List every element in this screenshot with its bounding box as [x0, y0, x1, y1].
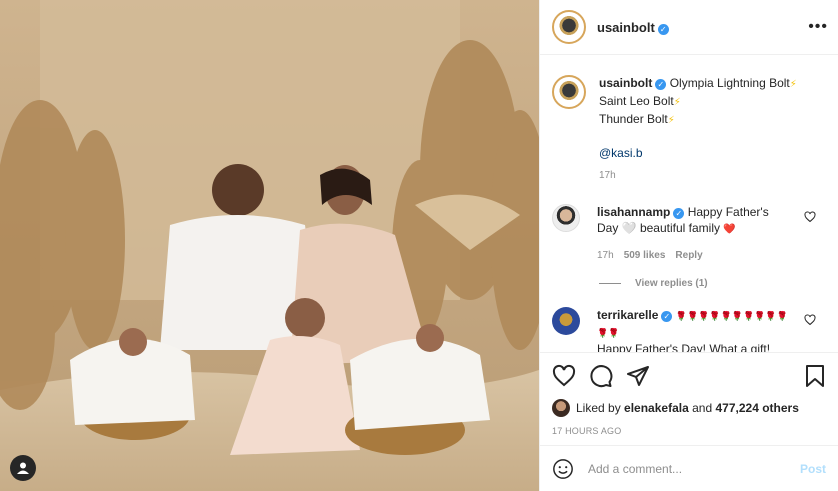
add-comment-bar: Post [540, 445, 838, 491]
add-comment-input[interactable] [588, 461, 800, 476]
caption-line-3: Thunder Bolt [599, 112, 668, 126]
post-comment-button[interactable]: Post [800, 462, 826, 476]
post-header: usainbolt ✓ ••• [540, 0, 838, 55]
caption: usainbolt ✓ Olympia Lightning Bolt⚡ Saint… [552, 56, 826, 184]
post-photo[interactable] [0, 0, 539, 491]
person-icon [17, 462, 29, 474]
view-replies-button[interactable]: View replies (1) [599, 278, 826, 289]
lightning-emoji: ⚡ [673, 97, 681, 108]
author-avatar[interactable] [552, 10, 586, 44]
commenter-username[interactable]: lisahannamp [597, 205, 670, 219]
user-tag-icon[interactable] [10, 455, 36, 481]
lightning-emoji: ⚡ [667, 115, 675, 126]
likes-summary: Liked by elenakefala and 477,224 others [552, 399, 826, 417]
comment-item: terrikarelle ✓ 🌹🌹🌹🌹🌹🌹🌹🌹🌹🌹🌹🌹 Happy Father'… [552, 307, 826, 352]
liker-avatar[interactable] [552, 399, 570, 417]
comments-list[interactable]: usainbolt ✓ Olympia Lightning Bolt⚡ Saint… [540, 56, 838, 352]
commenter-avatar[interactable] [552, 307, 580, 335]
like-heart-icon[interactable] [552, 364, 576, 388]
lightning-emoji: ⚡ [789, 79, 797, 90]
replies-divider [599, 283, 621, 284]
view-replies-label[interactable]: View replies (1) [635, 278, 708, 289]
liked-by-and: and [692, 401, 713, 415]
liked-by-prefix: Liked by [576, 401, 621, 415]
author-username[interactable]: usainbolt ✓ [597, 20, 669, 35]
comment-likes[interactable]: 509 likes [624, 248, 666, 264]
reply-button[interactable]: Reply [675, 248, 702, 264]
family-photo-image [0, 0, 539, 491]
share-paper-plane-icon[interactable] [626, 364, 650, 388]
caption-avatar[interactable] [552, 75, 586, 109]
save-bookmark-icon[interactable] [804, 364, 826, 388]
comment-text: Happy Father's Day! What a gift! [597, 342, 771, 352]
verified-badge-icon: ✓ [661, 311, 673, 322]
caption-username[interactable]: usainbolt [599, 76, 652, 90]
verified-badge-icon: ✓ [655, 79, 667, 90]
comment-item: lisahannamp ✓ Happy Father's Day 🤍 beauti… [552, 204, 826, 264]
commenter-avatar[interactable] [552, 204, 580, 232]
liked-count[interactable]: 477,224 others [715, 401, 798, 415]
comment-bubble-icon[interactable] [589, 364, 613, 388]
more-options-icon[interactable]: ••• [808, 18, 828, 36]
verified-badge-icon: ✓ [657, 23, 669, 35]
like-comment-heart-icon[interactable] [804, 211, 816, 223]
red-heart-emoji: ❤️ [723, 224, 736, 235]
commenter-username[interactable]: terrikarelle [597, 308, 658, 322]
posted-time[interactable]: 17 HOURS AGO [552, 426, 826, 436]
liked-by-user[interactable]: elenakefala [624, 401, 689, 415]
caption-mention-link[interactable]: @kasi.b [599, 145, 797, 161]
like-comment-heart-icon[interactable] [804, 314, 816, 326]
verified-badge-icon: ✓ [673, 208, 685, 219]
post-side-panel: usainbolt ✓ ••• usainbolt ✓ Olympia Lightn… [539, 0, 838, 491]
emoji-smiley-icon[interactable] [552, 458, 574, 480]
caption-time[interactable]: 17h [599, 168, 797, 184]
post-actions: Liked by elenakefala and 477,224 others … [540, 352, 838, 491]
caption-line-1: Olympia Lightning Bolt [669, 76, 790, 90]
comment-time[interactable]: 17h [597, 248, 614, 264]
caption-line-2: Saint Leo Bolt [599, 94, 674, 108]
action-icons [552, 353, 826, 399]
